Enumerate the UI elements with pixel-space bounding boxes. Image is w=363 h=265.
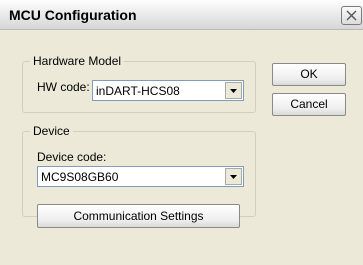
close-icon [346,10,357,21]
chevron-down-icon [230,175,237,179]
hw-code-value: inDART-HCS08 [96,84,180,98]
close-button[interactable] [341,6,362,25]
cancel-button[interactable]: Cancel [272,93,346,116]
hardware-model-legend: Hardware Model [30,54,125,68]
communication-settings-label: Communication Settings [73,209,204,223]
device-code-label: Device code: [37,150,107,164]
device-code-dropdown-button[interactable] [225,168,242,185]
hw-code-label: HW code: [37,80,90,94]
device-code-value: MC9S08GB60 [41,170,119,184]
ok-label: OK [300,67,318,81]
ok-button[interactable]: OK [272,63,346,86]
device-legend: Device [30,124,73,138]
mcu-configuration-dialog: MCU Configuration Hardware Model HW code… [0,0,363,265]
cancel-label: Cancel [290,97,328,111]
chevron-down-icon [230,89,237,93]
title-bar[interactable]: MCU Configuration [0,0,363,30]
device-code-select[interactable]: MC9S08GB60 [37,166,244,187]
communication-settings-button[interactable]: Communication Settings [37,204,240,228]
hw-code-dropdown-button[interactable] [225,82,242,99]
hw-code-select[interactable]: inDART-HCS08 [92,80,244,101]
window-title: MCU Configuration [9,7,137,23]
